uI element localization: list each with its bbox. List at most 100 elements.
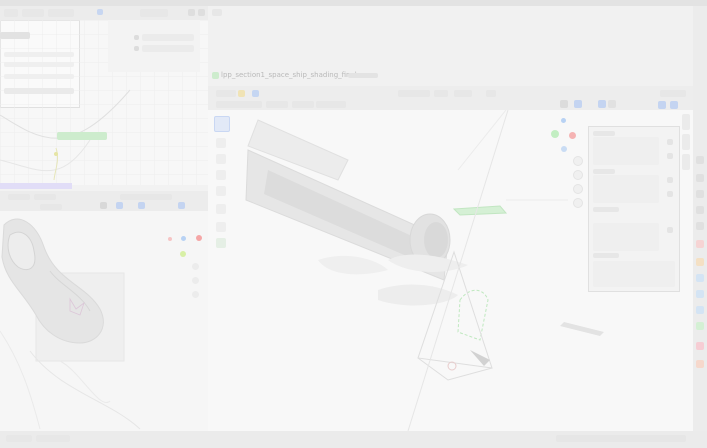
node-field[interactable] bbox=[4, 52, 74, 57]
pin-icon[interactable] bbox=[97, 9, 103, 15]
uv-pin-icon[interactable] bbox=[178, 202, 185, 209]
output-node-header[interactable] bbox=[57, 132, 107, 140]
object-mode-dropdown[interactable] bbox=[216, 90, 236, 97]
status-mid-button[interactable] bbox=[36, 435, 70, 442]
property-field[interactable] bbox=[142, 45, 194, 52]
gizmo-z-axis[interactable] bbox=[181, 236, 186, 241]
uv-tool-button[interactable] bbox=[40, 204, 62, 210]
uv-mode-button[interactable] bbox=[8, 194, 30, 200]
sidebar-field[interactable] bbox=[593, 207, 619, 212]
gizmo-y-head[interactable] bbox=[551, 130, 559, 138]
mode-dropdown[interactable] bbox=[216, 101, 262, 108]
tool-icon[interactable] bbox=[696, 156, 704, 164]
uv-image-dropdown[interactable] bbox=[120, 194, 172, 200]
uv-select-icon[interactable] bbox=[116, 202, 123, 209]
select-menu[interactable] bbox=[48, 9, 74, 17]
texture-icon[interactable] bbox=[696, 360, 704, 368]
zoom-icon[interactable] bbox=[192, 263, 199, 270]
proportional-button[interactable] bbox=[486, 90, 496, 97]
hand-icon[interactable] bbox=[573, 170, 583, 180]
gizmo-toggle-icon[interactable] bbox=[574, 100, 582, 108]
tab-item[interactable] bbox=[682, 114, 690, 130]
view-menu[interactable] bbox=[266, 101, 288, 108]
uv-editor-canvas[interactable] bbox=[0, 211, 208, 431]
gizmo-y-head[interactable] bbox=[180, 251, 186, 257]
uv-move-icon[interactable] bbox=[138, 202, 145, 209]
object-menu[interactable] bbox=[326, 101, 346, 108]
hand-icon[interactable] bbox=[192, 277, 199, 284]
visibility-icon[interactable] bbox=[560, 100, 568, 108]
sidebar-field[interactable] bbox=[593, 169, 615, 174]
lock-icon[interactable] bbox=[667, 227, 673, 233]
measure-icon[interactable] bbox=[216, 238, 226, 248]
node-value[interactable] bbox=[4, 88, 74, 94]
options-dropdown[interactable] bbox=[660, 90, 686, 97]
shading-render-icon[interactable] bbox=[670, 101, 678, 109]
node-field[interactable] bbox=[4, 74, 74, 79]
constraint-icon[interactable] bbox=[696, 322, 704, 330]
rotate-icon[interactable] bbox=[216, 170, 226, 180]
sidebar-box[interactable] bbox=[593, 137, 659, 165]
xray-icon[interactable] bbox=[608, 100, 616, 108]
shading-solid-icon[interactable] bbox=[658, 101, 666, 109]
zoom-icon[interactable] bbox=[573, 156, 583, 166]
slot-dropdown[interactable] bbox=[140, 9, 168, 17]
tab-view[interactable] bbox=[682, 154, 690, 170]
sidebar-field[interactable] bbox=[593, 131, 615, 136]
uv-view-menu[interactable] bbox=[34, 194, 56, 200]
expand-icon[interactable] bbox=[134, 35, 139, 40]
node-socket[interactable] bbox=[54, 152, 58, 156]
scale-icon[interactable] bbox=[216, 186, 226, 196]
brush-icon[interactable] bbox=[100, 202, 107, 209]
gizmo-x-axis[interactable] bbox=[168, 237, 172, 241]
camera-icon[interactable] bbox=[192, 291, 199, 298]
tab-tool[interactable] bbox=[682, 134, 690, 150]
sidebar-box[interactable] bbox=[593, 223, 659, 251]
material-icon[interactable] bbox=[696, 342, 704, 350]
lock-icon[interactable] bbox=[667, 177, 673, 183]
modifier-icon[interactable] bbox=[696, 274, 704, 282]
move-icon[interactable] bbox=[216, 154, 226, 164]
annotate-icon[interactable] bbox=[216, 222, 226, 232]
gizmo-x-head[interactable] bbox=[569, 132, 576, 139]
editor-type-button[interactable] bbox=[4, 9, 18, 17]
lock-icon[interactable] bbox=[667, 139, 673, 145]
view-menu[interactable] bbox=[22, 9, 44, 17]
snap-dropdown[interactable] bbox=[454, 90, 472, 97]
gizmo-neg-z[interactable] bbox=[561, 146, 567, 152]
expand-icon[interactable] bbox=[134, 46, 139, 51]
physics-icon[interactable] bbox=[696, 306, 704, 314]
cursor-icon[interactable] bbox=[216, 138, 226, 148]
gizmo-x-head[interactable] bbox=[196, 235, 202, 241]
select-menu[interactable] bbox=[292, 101, 314, 108]
snap-icon[interactable] bbox=[188, 9, 195, 16]
properties-tab-strip bbox=[693, 6, 707, 431]
transform-orientation[interactable] bbox=[398, 90, 430, 97]
property-field[interactable] bbox=[142, 34, 194, 41]
world-icon[interactable] bbox=[696, 240, 704, 248]
viewport-menu-button[interactable] bbox=[212, 9, 222, 16]
pivot-dropdown[interactable] bbox=[434, 90, 448, 97]
scene-icon[interactable] bbox=[696, 222, 704, 230]
render-icon[interactable] bbox=[696, 174, 704, 182]
gizmo-z-head[interactable] bbox=[561, 118, 566, 123]
select-box-icon[interactable] bbox=[238, 90, 245, 97]
output-icon[interactable] bbox=[696, 190, 704, 198]
view-icon[interactable] bbox=[252, 90, 259, 97]
camera-view-icon[interactable] bbox=[573, 184, 583, 194]
transform-icon[interactable] bbox=[216, 204, 226, 214]
overlay-toggle-icon[interactable] bbox=[598, 100, 606, 108]
node-field[interactable] bbox=[4, 62, 74, 67]
view-layer-icon[interactable] bbox=[696, 206, 704, 214]
object-icon[interactable] bbox=[696, 258, 704, 266]
particle-icon[interactable] bbox=[696, 290, 704, 298]
sidebar-field[interactable] bbox=[593, 253, 619, 258]
lock-icon[interactable] bbox=[667, 191, 673, 197]
select-tool-icon[interactable] bbox=[214, 116, 230, 132]
sidebar-box[interactable] bbox=[593, 261, 675, 287]
lock-icon[interactable] bbox=[667, 153, 673, 159]
perspective-icon[interactable] bbox=[573, 198, 583, 208]
sidebar-box[interactable] bbox=[593, 175, 659, 203]
overlay-icon[interactable] bbox=[198, 9, 205, 16]
status-left-button[interactable] bbox=[6, 435, 32, 442]
